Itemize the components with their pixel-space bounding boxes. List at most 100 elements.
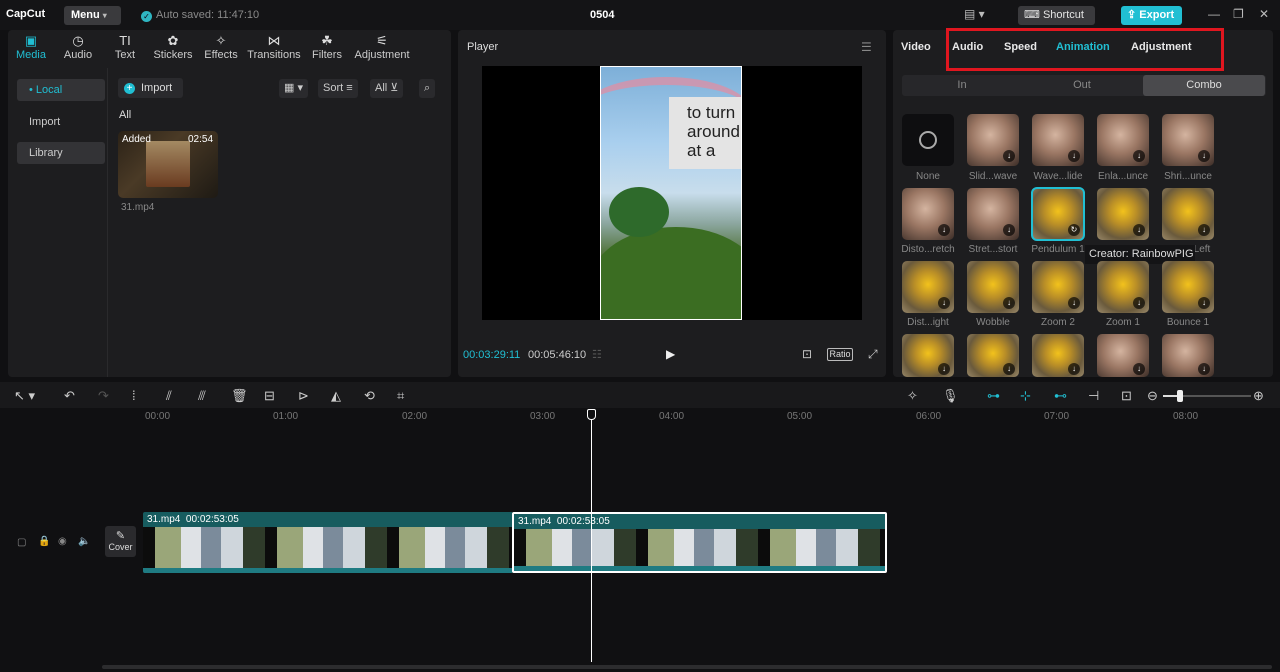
zoom-in-icon[interactable]: ⊕ — [1253, 388, 1264, 404]
animation-item[interactable]: ↓ — [1162, 188, 1214, 240]
timecode-grid-icon[interactable]: ☷ — [592, 348, 602, 361]
import-button[interactable]: + Import — [118, 78, 183, 98]
animation-item-selected[interactable]: ↻ — [1031, 187, 1085, 241]
cover-button[interactable]: ✎ Cover — [105, 526, 136, 557]
playhead-handle[interactable] — [587, 409, 596, 420]
animation-item[interactable]: ↓ — [902, 188, 954, 240]
linkage-icon[interactable]: ⊷ — [1054, 388, 1067, 404]
crop-icon[interactable]: ⌗ — [397, 388, 404, 404]
animation-item[interactable]: ↓ — [1097, 334, 1149, 377]
shortcut-button[interactable]: ⌨ Shortcut — [1018, 6, 1095, 25]
animation-item[interactable]: ↓ — [902, 334, 954, 377]
mirror-icon[interactable]: ◭ — [331, 388, 341, 404]
animation-label: Enla...unce — [1097, 171, 1149, 182]
animation-item[interactable]: ↓ — [967, 114, 1019, 166]
autosave-text: Auto saved: 11:47:10 — [156, 9, 260, 21]
freeze-frame-icon[interactable]: ⊟ — [264, 388, 275, 404]
lock-icon[interactable]: 🔒 — [38, 536, 50, 547]
reverse-icon[interactable]: ⊳ — [298, 388, 309, 404]
maximize-icon[interactable]: ❐ — [1233, 7, 1244, 21]
filter-icon: ⊻ — [390, 82, 399, 94]
clip-header: 31.mp4 00:02:53:05 — [518, 516, 610, 527]
animation-item[interactable]: ↓ — [1162, 261, 1214, 313]
filters-icon: ☘ — [321, 33, 333, 48]
segment-in[interactable]: In — [902, 75, 1022, 96]
animation-label: Shri...unce — [1164, 171, 1212, 182]
split-icon[interactable]: ⁞ — [132, 388, 136, 403]
tab-stickers[interactable]: ✿ Stickers — [151, 33, 195, 61]
sidebar-item-local[interactable]: • Local — [17, 79, 105, 101]
export-button[interactable]: ⇪ Export — [1121, 6, 1182, 25]
ratio-button[interactable]: Ratio — [827, 348, 853, 361]
ai-effect-icon[interactable]: ✧ — [907, 388, 918, 404]
search-button[interactable]: ⌕ — [419, 79, 436, 98]
fullscreen-icon[interactable]: ⤢ — [868, 347, 878, 362]
segment-out[interactable]: Out — [1022, 75, 1142, 96]
caption-icon[interactable]: ⊡ — [1121, 388, 1132, 404]
timeline-clip[interactable]: 31.mp4 00:02:53:05 — [143, 512, 513, 573]
animation-item[interactable]: ↓ — [1162, 114, 1214, 166]
tab-effects[interactable]: ✧ Effects — [202, 33, 240, 61]
timeline-toolbar: ↖ ▾ ↶ ↷ ⁞ ⫽ ⫻ 🗑 ⊟ ⊳ ◭ ⟲ ⌗ ✧ 🎙 ⊶ ⊹ ⊷ ⊣ ⊡ … — [0, 382, 1280, 408]
tab-video[interactable]: Video — [901, 41, 931, 53]
clip-header: 31.mp4 00:02:53:05 — [147, 514, 239, 525]
time-ruler[interactable]: 00:00 01:00 02:00 03:00 04:00 05:00 06:0… — [100, 408, 1280, 428]
timeline-scrollbar[interactable] — [102, 665, 1272, 669]
playhead-line[interactable] — [591, 410, 592, 662]
animation-item[interactable]: ↓ — [1162, 334, 1214, 377]
timeline-clip-selected[interactable]: 31.mp4 00:02:53:05 — [512, 512, 887, 573]
animation-item[interactable]: ↓ — [1032, 261, 1084, 313]
zoom-out-icon[interactable]: ⊖ — [1147, 388, 1158, 404]
undo-icon[interactable]: ↶ — [64, 388, 75, 404]
zoom-slider-handle[interactable] — [1177, 390, 1183, 402]
video-frame[interactable]: to turn around at a — [600, 66, 742, 320]
segment-combo[interactable]: Combo — [1143, 75, 1265, 96]
menu-button[interactable]: Menu ▾ — [64, 6, 121, 25]
eye-icon[interactable]: ◉ — [58, 536, 67, 547]
video-canvas[interactable]: to turn around at a — [482, 66, 862, 320]
split-right-icon[interactable]: ⫻ — [198, 388, 206, 404]
rotate-icon[interactable]: ⟲ — [364, 388, 375, 404]
tab-filters[interactable]: ☘ Filters — [310, 33, 344, 61]
view-mode-button[interactable]: ▦ ▾ — [279, 79, 308, 98]
speaker-icon[interactable]: 🔈 — [78, 536, 90, 547]
animation-item[interactable]: ↓ — [1032, 334, 1084, 377]
minimize-icon[interactable]: — — [1208, 7, 1220, 21]
animation-item[interactable]: ↓ — [1097, 114, 1149, 166]
preview-axis-icon[interactable]: ⊣ — [1088, 388, 1099, 404]
tab-label: Text — [114, 49, 136, 61]
animation-item[interactable]: ↓ — [1097, 261, 1149, 313]
redo-icon[interactable]: ↷ — [98, 388, 109, 404]
animation-item[interactable]: ↓ — [1097, 188, 1149, 240]
animation-item[interactable]: ↓ — [967, 188, 1019, 240]
microphone-icon[interactable]: 🎙 — [942, 388, 959, 404]
animation-label: Wobble — [976, 317, 1010, 328]
delete-icon[interactable]: 🗑 — [231, 388, 248, 404]
layout-icon[interactable]: ▤ ▾ — [964, 7, 988, 23]
menu-icon[interactable]: ☰ — [861, 40, 872, 54]
animation-item[interactable]: ↓ — [967, 334, 1019, 377]
animation-label: Dist...ight — [907, 317, 949, 328]
sort-button[interactable]: Sort ≡ — [318, 79, 358, 98]
magnet-link-icon[interactable]: ⊶ — [987, 388, 1000, 404]
import-label: Import — [141, 82, 173, 94]
fit-zoom-icon[interactable]: ⊡ — [802, 347, 812, 361]
tab-adjustment[interactable]: ⚟ Adjustment — [352, 33, 412, 61]
tab-transitions[interactable]: ⋈ Transitions — [246, 33, 302, 61]
animation-item[interactable]: ↓ — [902, 261, 954, 313]
sidebar-item-import[interactable]: Import — [17, 111, 105, 133]
split-left-icon[interactable]: ⫽ — [166, 388, 172, 404]
animation-item[interactable]: ↓ — [967, 261, 1019, 313]
sidebar-item-library[interactable]: Library — [17, 142, 105, 164]
close-icon[interactable]: ✕ — [1259, 7, 1269, 21]
filter-button[interactable]: All ⊻ — [370, 79, 404, 98]
play-icon[interactable]: ▶ — [666, 347, 675, 361]
download-icon: ↓ — [1198, 363, 1210, 375]
tab-text[interactable]: TI Text — [110, 33, 140, 61]
animation-none[interactable] — [902, 114, 954, 166]
tab-audio[interactable]: ◷ Audio — [60, 33, 96, 61]
select-pointer-icon[interactable]: ↖ ▾ — [14, 388, 35, 404]
auto-snap-icon[interactable]: ⊹ — [1020, 388, 1031, 404]
animation-item[interactable]: ↓ — [1032, 114, 1084, 166]
tab-media[interactable]: ▣ Media — [14, 33, 48, 61]
